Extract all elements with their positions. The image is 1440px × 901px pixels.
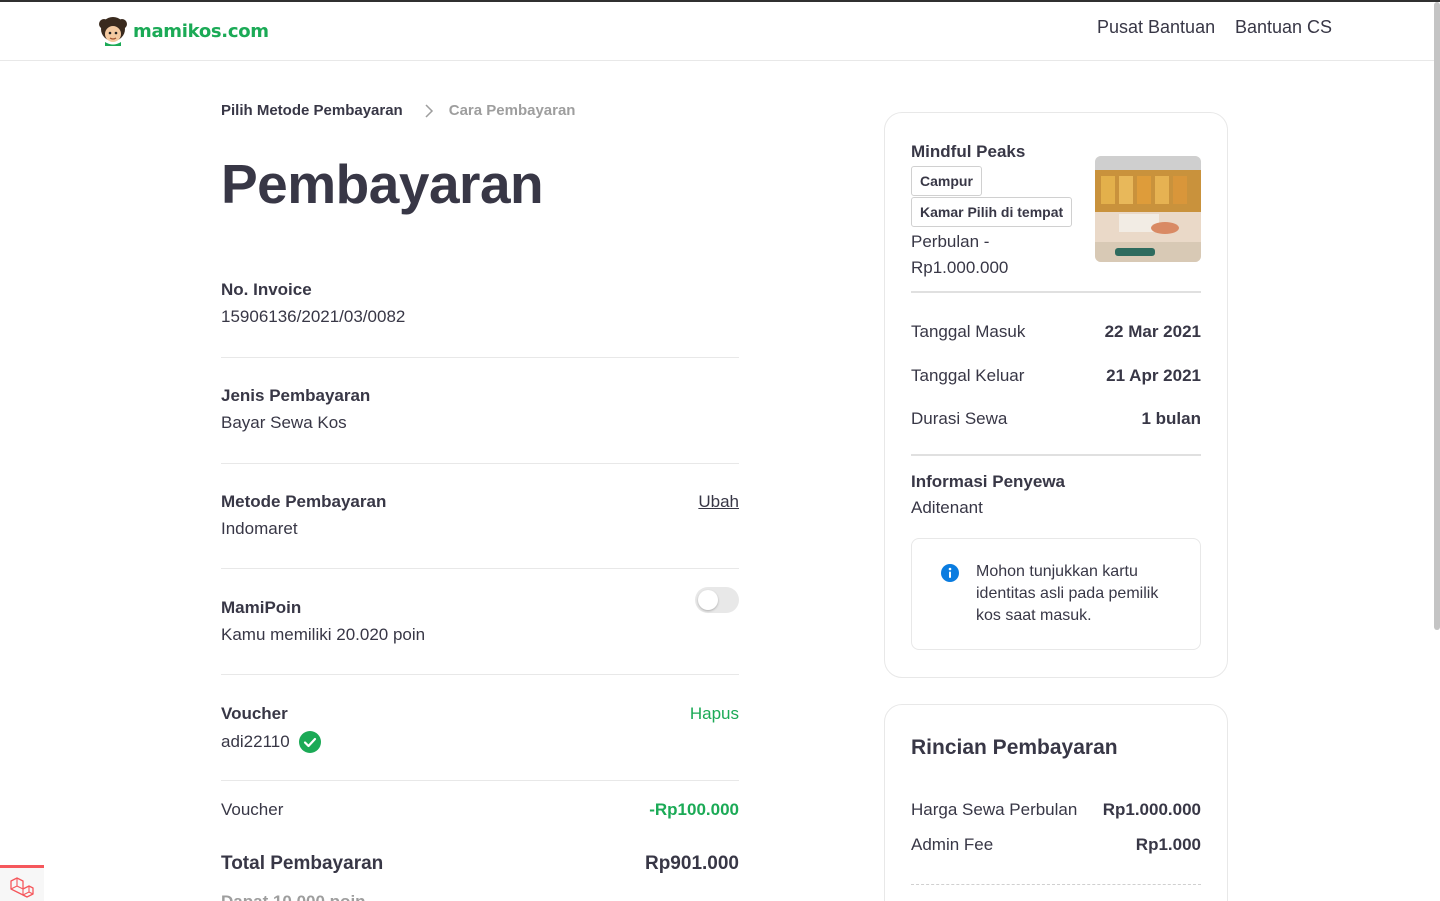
laravel-debugbar-toggle[interactable] <box>0 865 44 901</box>
summary-voucher-value: -Rp100.000 <box>649 800 739 819</box>
rent-row: Harga Sewa Perbulan Rp1.000.000 <box>911 800 1201 820</box>
check-out-row: Tanggal Keluar 21 Apr 2021 <box>911 366 1201 386</box>
duration-value: 1 bulan <box>1141 409 1201 428</box>
check-in-value: 22 Mar 2021 <box>1104 322 1201 341</box>
mamipoin-value: Kamu memiliki 20.020 poin <box>221 625 426 644</box>
page-scrollbar[interactable] <box>1434 2 1440 630</box>
invoice-value: 15906136/2021/03/0082 <box>221 307 406 326</box>
rent-label: Harga Sewa Perbulan <box>911 800 1078 819</box>
change-payment-method-link[interactable]: Ubah <box>698 492 739 512</box>
chevron-right-icon <box>425 103 433 118</box>
total-payment-value: Rp901.000 <box>644 853 739 874</box>
payment-type-value: Bayar Sewa Kos <box>221 413 347 432</box>
section-divider <box>221 674 739 675</box>
breadcrumb: Pilih Metode Pembayaran Cara Pembayaran <box>221 102 575 119</box>
id-card-notice: Mohon tunjukkan kartu identitas asli pad… <box>911 538 1201 650</box>
payment-method-label: Metode Pembayaran <box>221 492 387 511</box>
check-out-label: Tanggal Keluar <box>911 366 1025 385</box>
tenant-info-value: Aditenant <box>911 498 983 517</box>
property-price: Perbulan - Rp1.000.000 <box>911 232 1009 277</box>
laravel-logo-icon <box>10 877 34 898</box>
section-divider <box>221 568 739 569</box>
mamipoin-section: MamiPoin Kamu memiliki 20.020 poin <box>221 587 739 645</box>
invoice-section: No. Invoice 15906136/2021/03/0082 <box>221 280 739 327</box>
property-name: Mindful Peaks <box>911 142 1026 161</box>
total-payment-label: Total Pembayaran <box>221 853 384 874</box>
site-header: mamikos.com Pusat Bantuan Bantuan CS <box>0 2 1440 61</box>
voucher-code: adi22110 <box>221 732 290 751</box>
page-title: Pembayaran <box>221 153 544 215</box>
check-in-label: Tanggal Masuk <box>911 322 1026 341</box>
payment-details-card: Rincian Pembayaran Harga Sewa Perbulan R… <box>884 704 1228 901</box>
mamipoin-toggle[interactable] <box>695 587 739 613</box>
section-divider <box>221 780 739 781</box>
points-earned-text: Dapat 10.000 poin <box>221 892 366 901</box>
section-divider <box>221 357 739 358</box>
payment-method-section: Metode Pembayaran Indomaret Ubah <box>221 492 739 539</box>
tenant-info-label: Informasi Penyewa <box>911 472 1066 491</box>
brand-logo[interactable]: mamikos.com <box>97 16 269 46</box>
admin-fee-label: Admin Fee <box>911 835 994 854</box>
toggle-knob <box>698 590 718 610</box>
breadcrumb-step-how-to-pay: Cara Pembayaran <box>448 102 576 119</box>
voucher-section: Voucher adi22110 Hapus <box>221 704 739 753</box>
card-divider <box>911 291 1201 293</box>
notice-text: Mohon tunjukkan kartu identitas asli pad… <box>976 563 1159 624</box>
admin-fee-value: Rp1.000 <box>1135 835 1201 854</box>
property-card: Mindful Peaks Campur Kamar Pilih di temp… <box>884 112 1228 678</box>
check-circle-icon <box>298 731 321 753</box>
invoice-label: No. Invoice <box>221 280 312 299</box>
card-divider <box>911 454 1201 456</box>
property-tag-gender: Campur <box>911 166 982 196</box>
summary-voucher-row: Voucher -Rp100.000 <box>221 800 739 820</box>
payment-type-label: Jenis Pembayaran <box>221 386 371 405</box>
nav-help-center-link[interactable]: Pusat Bantuan <box>1097 17 1215 38</box>
brand-name: mamikos.com <box>133 20 269 42</box>
nav-cs-link[interactable]: Bantuan CS <box>1235 17 1332 38</box>
payment-type-section: Jenis Pembayaran Bayar Sewa Kos <box>221 386 739 433</box>
mamipoin-label: MamiPoin <box>221 598 302 617</box>
property-tag-room: Kamar Pilih di tempat <box>911 197 1073 227</box>
admin-fee-row: Admin Fee Rp1.000 <box>911 835 1201 855</box>
duration-row: Durasi Sewa 1 bulan <box>911 409 1201 429</box>
mamikos-mascot-icon <box>99 17 127 46</box>
property-photo <box>1095 156 1201 262</box>
check-out-value: 21 Apr 2021 <box>1106 366 1201 385</box>
section-divider <box>221 463 739 464</box>
voucher-code-row: adi22110 <box>221 731 739 753</box>
summary-total-row: Total Pembayaran Rp901.000 <box>221 853 739 875</box>
remove-voucher-link[interactable]: Hapus <box>690 704 739 724</box>
voucher-label: Voucher <box>221 704 288 723</box>
check-in-row: Tanggal Masuk 22 Mar 2021 <box>911 322 1201 342</box>
payment-details-title: Rincian Pembayaran <box>911 736 1118 759</box>
rent-value: Rp1.000.000 <box>1102 800 1201 819</box>
summary-voucher-label: Voucher <box>221 800 284 819</box>
property-photo-image <box>1095 156 1201 262</box>
payment-method-value: Indomaret <box>221 519 298 538</box>
info-icon <box>941 564 959 582</box>
dashed-divider <box>911 884 1201 885</box>
breadcrumb-step-payment-method[interactable]: Pilih Metode Pembayaran <box>221 102 403 119</box>
duration-label: Durasi Sewa <box>911 409 1008 428</box>
